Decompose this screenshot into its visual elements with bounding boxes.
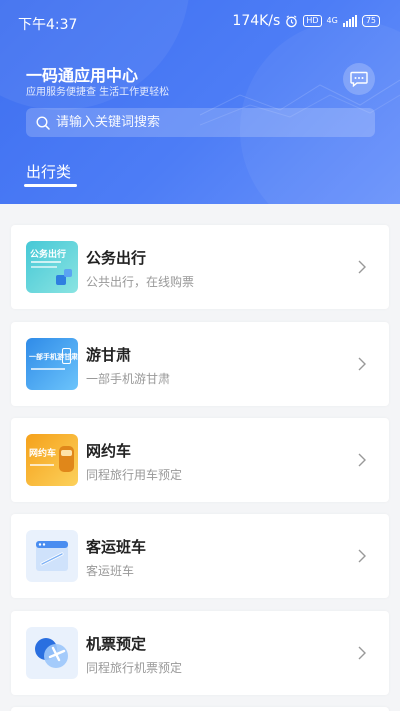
status-icons: 174K/s HD 4G 75 [232,13,380,29]
service-card-business-travel[interactable]: 公务出行 公务出行 公共出行，在线购票 [11,225,389,309]
service-card-partial[interactable] [11,707,389,711]
card-description: 同程旅行机票预定 [86,661,183,675]
status-time: 下午4:37 [18,17,78,33]
business-travel-icon: 公务出行 [26,241,78,293]
card-description: 客运班车 [86,564,135,578]
card-description: 同程旅行用车预定 [86,468,183,482]
card-title: 客运班车 [86,538,147,556]
card-title: 游甘肃 [86,346,132,364]
coach-bus-icon [26,530,78,582]
hd-badge: HD [303,15,322,27]
chevron-right-icon [358,260,366,274]
chevron-right-icon [358,549,366,563]
message-button[interactable] [343,63,375,95]
service-card-airplane-ticket[interactable]: 机票预定 同程旅行机票预定 [11,611,389,695]
chevron-right-icon [358,453,366,467]
card-description: 一部手机游甘肃 [86,372,171,386]
page-subtitle: 应用服务便捷查 生活工作更轻松 [26,87,170,98]
card-title: 网约车 [86,442,132,460]
card-title: 公务出行 [86,249,147,267]
service-card-travel-gansu[interactable]: 一部手机游甘肃 游甘肃 一部手机游甘肃 [11,322,389,406]
search-input[interactable] [56,115,356,130]
status-bar: 下午4:37 174K/s HD 4G 75 [0,0,400,46]
airplane-ticket-icon [26,627,78,679]
header: 下午4:37 174K/s HD 4G 75 一码通应用中心 应用服务便捷查 生… [0,0,400,204]
signal-icon [342,15,357,27]
service-card-ride-hailing[interactable]: 网约车 网约车 同程旅行用车预定 [11,418,389,502]
network-speed: 174K/s [232,13,281,29]
alarm-icon [286,14,298,27]
active-tab-indicator [24,184,77,187]
search-icon [36,115,50,130]
card-title: 机票预定 [86,635,147,653]
search-bar[interactable] [26,108,375,137]
network-type: 4G [326,16,338,25]
travel-gansu-icon: 一部手机游甘肃 [26,338,78,390]
chevron-right-icon [358,646,366,660]
chevron-right-icon [358,357,366,371]
service-card-coach-bus[interactable]: 客运班车 客运班车 [11,514,389,598]
chat-bubble-icon [350,71,368,87]
battery-icon: 75 [361,15,380,27]
tab-travel[interactable]: 出行类 [26,161,71,182]
ride-hailing-icon: 网约车 [26,434,78,486]
card-description: 公共出行，在线购票 [86,275,195,289]
